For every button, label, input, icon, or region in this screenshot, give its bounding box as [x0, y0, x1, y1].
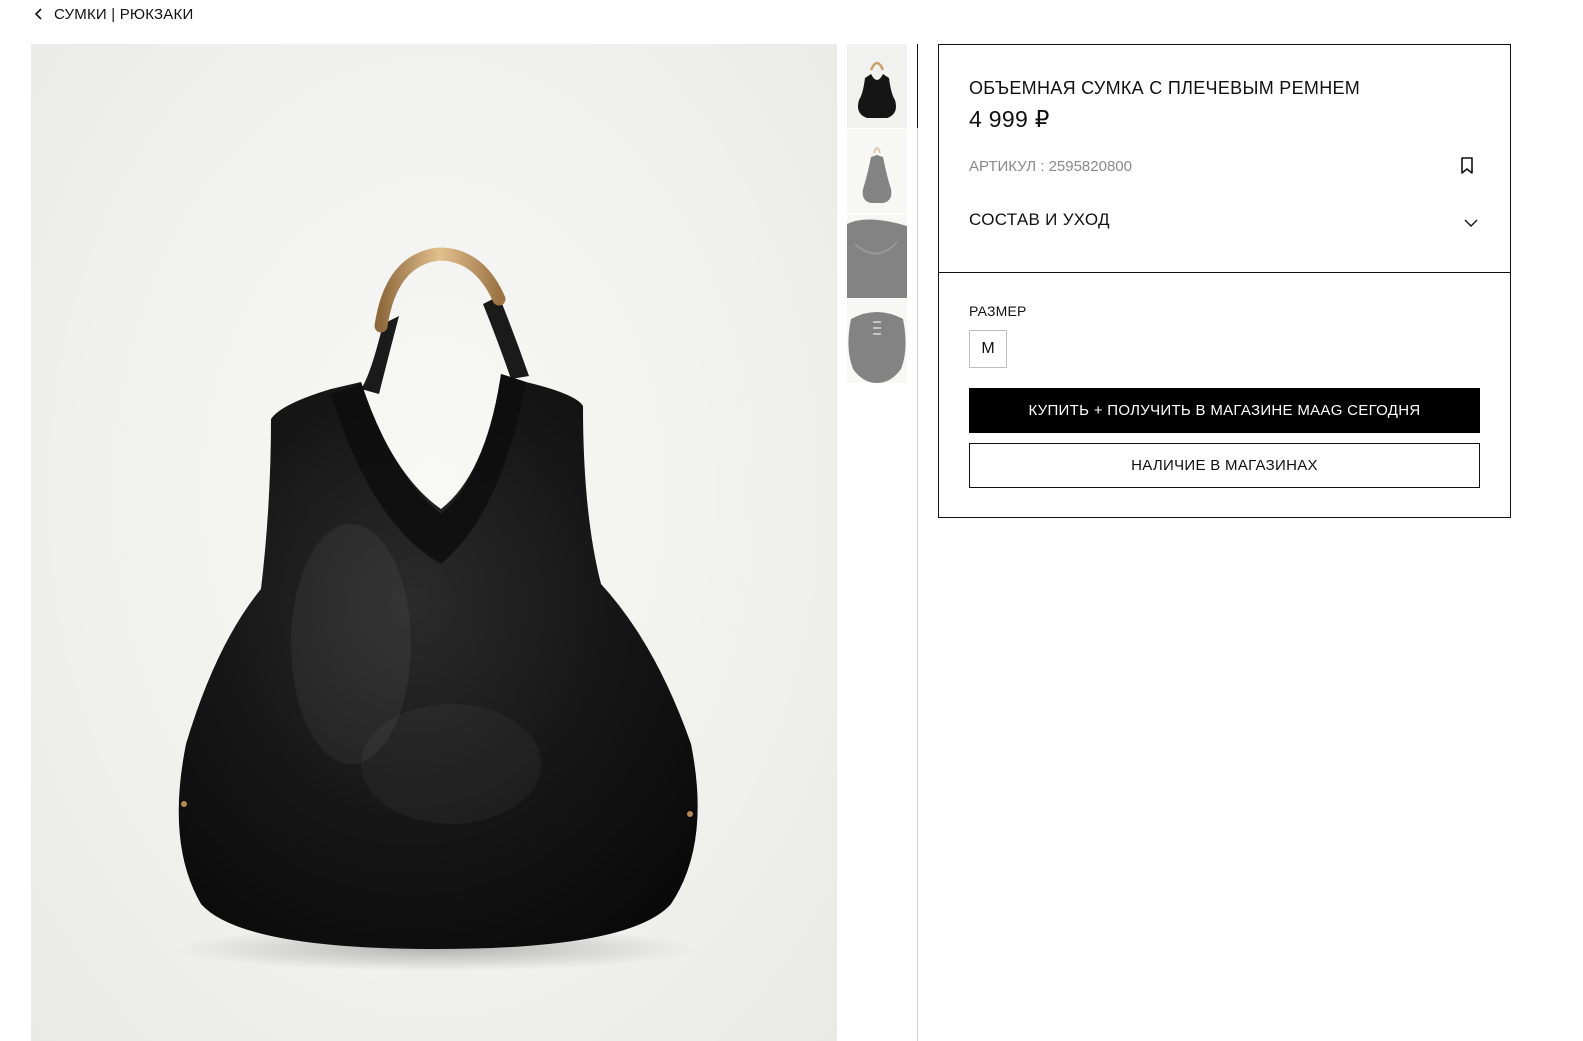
gallery-scroll-indicator — [917, 44, 918, 1041]
thumbnail-list — [847, 44, 907, 383]
size-option-m[interactable]: M — [969, 330, 1007, 368]
product-info-panel: ОБЪЕМНАЯ СУМКА С ПЛЕЧЕВЫМ РЕМНЕМ 4 999 ₽… — [938, 44, 1511, 518]
size-label: РАЗМЕР — [969, 303, 1027, 319]
store-availability-button[interactable]: НАЛИЧИЕ В МАГАЗИНАХ — [969, 443, 1480, 488]
product-price: 4 999 ₽ — [969, 106, 1050, 132]
bag-illustration — [176, 247, 698, 971]
bookmark-icon[interactable] — [1460, 157, 1474, 175]
breadcrumb[interactable]: СУМКИ | РЮКЗАКИ — [34, 5, 193, 23]
composition-and-care-toggle[interactable]: СОСТАВ И УХОД — [969, 202, 1479, 238]
breadcrumb-label[interactable]: СУМКИ | РЮКЗАКИ — [54, 6, 193, 23]
chevron-down-icon — [1463, 215, 1479, 227]
thumbnail-detail[interactable] — [847, 214, 907, 298]
thumbnail-side[interactable] — [847, 129, 907, 213]
main-product-image[interactable] — [31, 44, 837, 1041]
product-title: ОБЪЕМНАЯ СУМКА С ПЛЕЧЕВЫМ РЕМНЕМ — [969, 78, 1361, 98]
chevron-left-icon — [34, 7, 46, 21]
panel-divider — [939, 272, 1510, 273]
composition-label: СОСТАВ И УХОД — [969, 210, 1110, 229]
gallery-scroll-indicator-active — [917, 44, 918, 128]
product-sku: АРТИКУЛ : 2595820800 — [969, 158, 1132, 175]
buy-pickup-button[interactable]: КУПИТЬ + ПОЛУЧИТЬ В МАГАЗИНЕ MAAG СЕГОДН… — [969, 388, 1480, 433]
thumbnail-front[interactable] — [847, 44, 907, 128]
thumbnail-back[interactable] — [847, 299, 907, 383]
